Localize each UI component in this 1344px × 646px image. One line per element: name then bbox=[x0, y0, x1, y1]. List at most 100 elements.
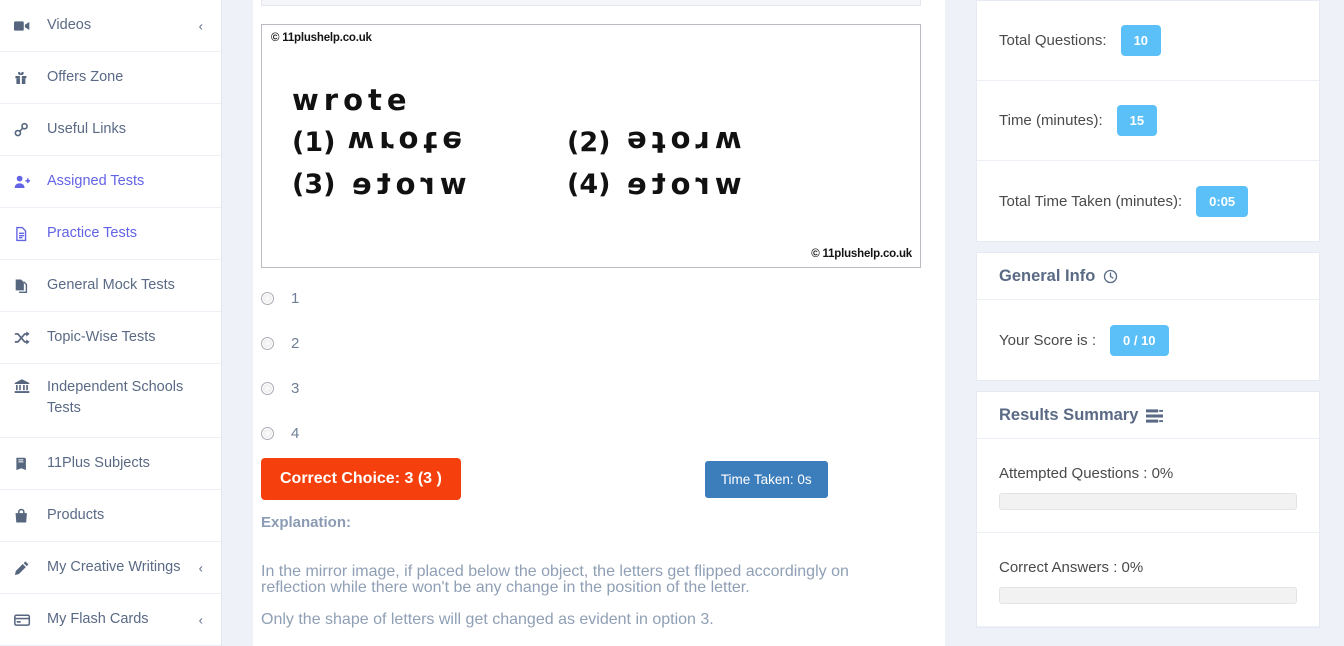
previous-section-stub bbox=[261, 0, 921, 6]
stat-label: Time (minutes): bbox=[999, 112, 1103, 129]
answer-option-1[interactable]: 1 bbox=[261, 276, 921, 321]
sidebar-item-offers-zone[interactable]: Offers Zone bbox=[0, 52, 221, 104]
progress-label: Correct Answers : 0% bbox=[999, 559, 1144, 576]
sidebar-item-my-flash-cards[interactable]: My Flash Cards ‹ bbox=[0, 594, 221, 646]
sidebar-item-label: 11Plus Subjects bbox=[47, 454, 150, 471]
time-taken-button[interactable]: Time Taken: 0s bbox=[704, 461, 828, 498]
image-choice-4-number: (4) bbox=[567, 168, 611, 200]
stat-badge: 10 bbox=[1120, 25, 1162, 56]
explanation-paragraph-2: Only the shape of letters will get chang… bbox=[261, 611, 714, 628]
image-choice-4: (4) wrote bbox=[567, 167, 842, 201]
stat-badge: 0:05 bbox=[1196, 185, 1249, 217]
card-icon bbox=[14, 611, 34, 629]
score-label: Your Score is : bbox=[999, 331, 1096, 349]
radio-button-4[interactable] bbox=[261, 427, 274, 440]
general-info-title: General Info bbox=[999, 267, 1096, 285]
prompt-word: wrote bbox=[292, 83, 412, 117]
mirror-image-artwork: wrote (1) wrote (2) wrote (3) wrote (4) … bbox=[292, 83, 842, 209]
correct-choice-button[interactable]: Correct Choice: 3 (3 ) bbox=[261, 458, 461, 500]
sidebar-item-assigned-tests[interactable]: Assigned Tests bbox=[0, 156, 221, 208]
prompt-word-row: wrote bbox=[292, 83, 842, 117]
result-button-row: Correct Choice: 3 (3 ) Time Taken: 0s bbox=[261, 458, 921, 500]
sidebar-item-practice-tests[interactable]: Practice Tests bbox=[0, 208, 221, 260]
stat-row: Total Questions: 10 bbox=[977, 1, 1319, 81]
question-paper: © 11plushelp.co.uk © 11plushelp.co.uk wr… bbox=[253, 0, 945, 646]
score-badge: 0 / 10 bbox=[1110, 324, 1169, 356]
sidebar-item-label: Independent Schools Tests bbox=[47, 379, 184, 417]
radio-button-2[interactable] bbox=[261, 337, 274, 350]
chevron-left-icon[interactable]: ‹ bbox=[199, 613, 203, 626]
question-image: © 11plushelp.co.uk © 11plushelp.co.uk wr… bbox=[261, 24, 921, 268]
answer-option-4[interactable]: 4 bbox=[261, 411, 921, 456]
answer-option-2[interactable]: 2 bbox=[261, 321, 921, 366]
answer-options-list: 1 2 3 4 bbox=[261, 276, 921, 456]
image-choice-4-word: wrote bbox=[622, 167, 743, 201]
image-choice-2-number: (2) bbox=[567, 126, 611, 158]
document-icon bbox=[14, 225, 34, 243]
radio-button-1[interactable] bbox=[261, 292, 274, 305]
answer-option-label: 2 bbox=[291, 335, 300, 352]
stat-label: Total Questions: bbox=[999, 32, 1107, 49]
sidebar-item-label: Practice Tests bbox=[47, 224, 137, 241]
results-summary-title: Results Summary bbox=[999, 406, 1139, 424]
main-content: © 11plushelp.co.uk © 11plushelp.co.uk wr… bbox=[222, 0, 976, 646]
pencil-icon bbox=[14, 559, 34, 577]
general-info-header: General Info bbox=[977, 253, 1319, 300]
sidebar-item-label: Products bbox=[47, 506, 105, 523]
answer-option-label: 3 bbox=[291, 380, 300, 397]
shuffle-icon bbox=[14, 329, 34, 347]
image-choice-3: (3) wrote bbox=[292, 167, 567, 201]
image-choice-3-number: (3) bbox=[292, 168, 336, 200]
stat-row: Time (minutes): 15 bbox=[977, 81, 1319, 161]
answer-option-label: 1 bbox=[291, 290, 300, 307]
sidebar-item-my-creative-writings[interactable]: My Creative Writings ‹ bbox=[0, 542, 221, 594]
bank-icon bbox=[14, 377, 34, 395]
sidebar-item-11plus-subjects[interactable]: 11Plus Subjects bbox=[0, 438, 221, 490]
sidebar-item-topic-wise-tests[interactable]: Topic-Wise Tests bbox=[0, 312, 221, 364]
results-summary-card: Results Summary Attempted Questions : 0%… bbox=[976, 391, 1320, 628]
explanation-paragraph-1: In the mirror image, if placed below the… bbox=[261, 563, 849, 596]
radio-button-3[interactable] bbox=[261, 382, 274, 395]
image-choice-1: (1) wrote bbox=[292, 125, 567, 159]
answer-option-3[interactable]: 3 bbox=[261, 366, 921, 411]
image-choice-3-word: wrote bbox=[347, 167, 468, 201]
sidebar-item-label: Offers Zone bbox=[47, 68, 124, 85]
stat-label: Total Time Taken (minutes): bbox=[999, 192, 1183, 210]
gift-icon bbox=[14, 69, 34, 87]
sidebar-item-general-mock-tests[interactable]: General Mock Tests bbox=[0, 260, 221, 312]
stat-badge: 15 bbox=[1116, 105, 1158, 136]
video-camera-icon bbox=[14, 17, 34, 35]
user-plus-icon bbox=[14, 173, 34, 191]
sidebar-item-label: Useful Links bbox=[47, 120, 126, 137]
image-choice-1-number: (1) bbox=[292, 126, 336, 158]
chevron-left-icon[interactable]: ‹ bbox=[199, 19, 203, 32]
explanation-heading: Explanation: bbox=[261, 514, 352, 531]
image-choice-2-word: wrote bbox=[622, 125, 743, 159]
general-info-card: General Info Your Score is : 0 / 10 bbox=[976, 252, 1320, 381]
progress-label: Attempted Questions : 0% bbox=[999, 465, 1174, 482]
progress-track bbox=[999, 587, 1297, 604]
sidebar-item-label: Assigned Tests bbox=[47, 172, 145, 189]
main-sidebar: Videos ‹ Offers Zone Useful Links Assigned T… bbox=[0, 0, 222, 646]
chevron-left-icon[interactable]: ‹ bbox=[199, 561, 203, 574]
stat-row: Total Time Taken (minutes): 0:05 bbox=[977, 161, 1319, 241]
progress-track bbox=[999, 493, 1297, 510]
sidebar-item-useful-links[interactable]: Useful Links bbox=[0, 104, 221, 156]
sidebar-item-products[interactable]: Products bbox=[0, 490, 221, 542]
sidebar-item-label: General Mock Tests bbox=[47, 276, 175, 293]
image-choice-row-2: (3) wrote (4) wrote bbox=[292, 167, 842, 201]
watermark-bottom-right: © 11plushelp.co.uk bbox=[811, 248, 912, 260]
explanation-body: In the mirror image, if placed below the… bbox=[261, 564, 901, 644]
sidebar-item-videos[interactable]: Videos ‹ bbox=[0, 0, 221, 52]
progress-block: Correct Answers : 0% bbox=[977, 533, 1319, 627]
image-choice-1-word: wrote bbox=[347, 125, 468, 159]
shopping-bag-icon bbox=[14, 507, 34, 525]
book-icon bbox=[14, 455, 34, 473]
sidebar-item-label: Videos bbox=[47, 16, 92, 33]
test-stats-card: Total Questions: 10 Time (minutes): 15 Total… bbox=[976, 0, 1320, 242]
sidebar-item-independent-schools-tests[interactable]: Independent Schools Tests bbox=[0, 364, 221, 438]
right-panel: Total Questions: 10 Time (minutes): 15 Total… bbox=[976, 0, 1344, 646]
image-choice-2: (2) wrote bbox=[567, 125, 842, 159]
sidebar-item-label: My Flash Cards bbox=[47, 610, 149, 627]
list-icon bbox=[1146, 408, 1164, 423]
